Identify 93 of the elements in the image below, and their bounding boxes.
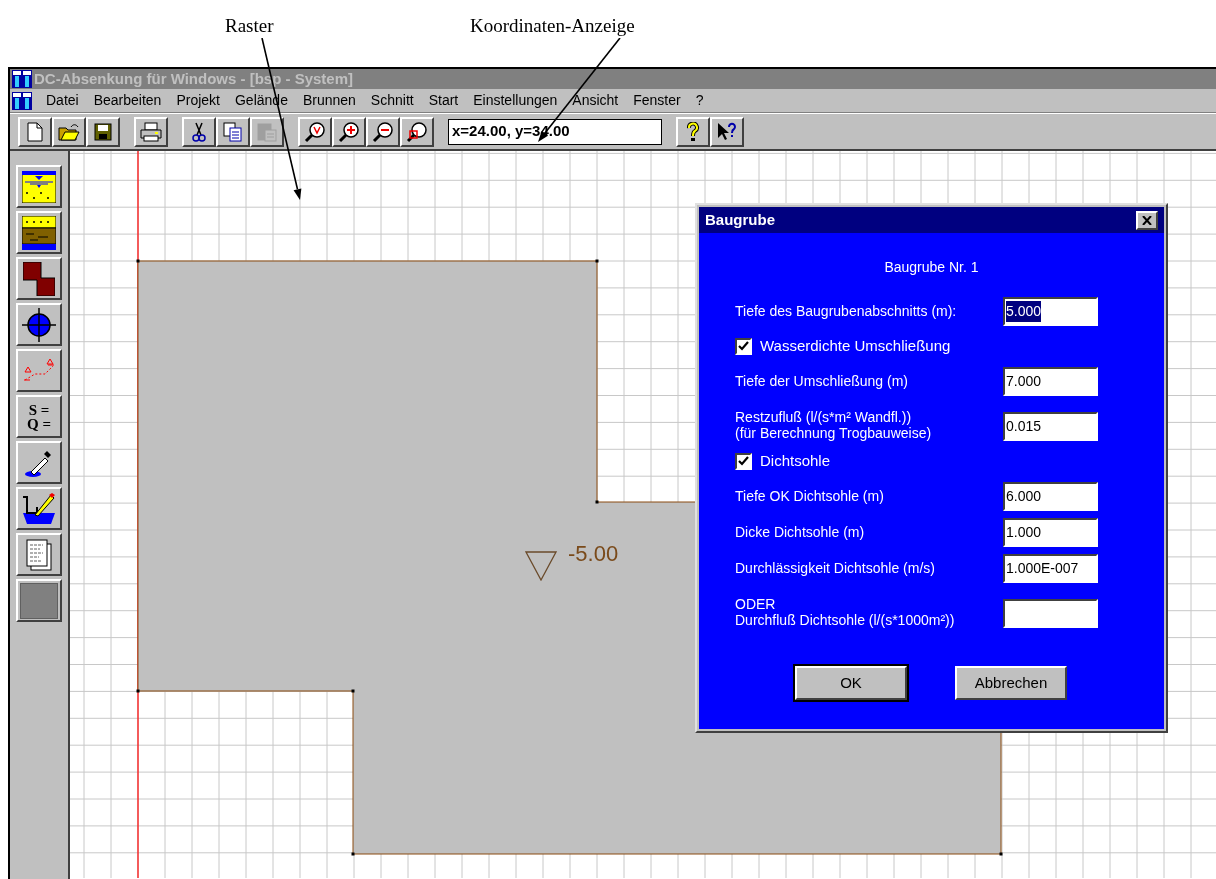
- corner-point[interactable]: [351, 852, 355, 856]
- field-label: Tiefe OK Dichtsohle (m): [735, 488, 884, 504]
- scissors-icon: [192, 121, 206, 142]
- tool-button[interactable]: [16, 257, 62, 300]
- input-field[interactable]: 6.000: [1003, 482, 1098, 511]
- field-label: Restzufluß (l/(s*m² Wandfl.)): [735, 409, 913, 425]
- printer-icon: [140, 121, 162, 142]
- menu-item[interactable]: Schnitt: [369, 90, 415, 111]
- toolbar-button[interactable]: [676, 116, 710, 147]
- empty-swatch: [20, 582, 58, 619]
- checkbox[interactable]: [735, 452, 752, 470]
- tool-button[interactable]: [16, 349, 62, 392]
- menu-item[interactable]: Bearbeiten: [92, 90, 163, 111]
- corner-point[interactable]: [595, 500, 599, 504]
- copy-icon: [223, 121, 243, 142]
- field-label: Dicke Dichtsohle (m): [735, 524, 865, 540]
- field-label: Durchlässigkeit Dichtsohle (m/s): [735, 560, 935, 576]
- input-field[interactable]: 5.000: [1003, 297, 1098, 326]
- dialog-heading: Baugrube Nr. 1: [884, 258, 979, 277]
- toolbar-button[interactable]: [86, 116, 120, 147]
- menu-item[interactable]: Projekt: [175, 90, 221, 111]
- menu-item[interactable]: Einstellungen: [472, 90, 559, 111]
- menu-item[interactable]: Start: [427, 90, 460, 111]
- app-menu-icon: [12, 91, 32, 110]
- corner-point[interactable]: [136, 259, 140, 263]
- stepped-shape-icon: [23, 261, 55, 296]
- tool-button[interactable]: [16, 487, 62, 530]
- field-label: ODER: [735, 596, 777, 612]
- toolbar-button[interactable]: [182, 116, 216, 147]
- tool-button[interactable]: [16, 303, 62, 346]
- tool-button[interactable]: [16, 533, 62, 576]
- tool-button[interactable]: [16, 579, 62, 622]
- magnifier-v-icon: [304, 120, 326, 143]
- water-level-triangle-icon: [525, 551, 557, 581]
- toolbar-button[interactable]: [216, 116, 250, 147]
- menu-item[interactable]: Fenster: [632, 90, 682, 111]
- tool-button[interactable]: [16, 441, 62, 484]
- folder-icon: [58, 122, 80, 141]
- field-label: (für Berechnung Trogbauweise): [735, 425, 932, 441]
- document-pages-icon: [26, 538, 52, 571]
- check-icon: [738, 456, 749, 466]
- app-icon: [12, 70, 32, 88]
- dialog-title: Baugrube: [705, 209, 775, 230]
- clipboard-icon: [257, 121, 277, 142]
- dialog-button[interactable]: Abbrechen: [955, 666, 1067, 700]
- menu-item[interactable]: ?: [694, 90, 705, 111]
- checkbox-label: Dichtsohle: [760, 450, 831, 471]
- checkbox-label: Wasserdichte Umschließung: [760, 335, 951, 356]
- crosshair-circle-icon: [22, 307, 56, 342]
- toolbar-button[interactable]: [400, 116, 434, 147]
- corner-point[interactable]: [351, 689, 355, 693]
- zoom-in-icon: [338, 120, 360, 143]
- annotation-label: Raster: [225, 14, 274, 38]
- menu-item[interactable]: Brunnen: [301, 90, 357, 111]
- close-button[interactable]: [1136, 210, 1158, 230]
- corner-point[interactable]: [595, 259, 599, 263]
- input-field[interactable]: 7.000: [1003, 367, 1098, 396]
- toolbar-button[interactable]: [332, 116, 366, 147]
- formula-label: S = Q =: [27, 402, 51, 431]
- toolbar-button[interactable]: [18, 116, 52, 147]
- input-field[interactable]: 0.015: [1003, 412, 1098, 441]
- corner-point[interactable]: [999, 852, 1003, 856]
- field-label: Durchfluß Dichtsohle (l/(s*1000m²)): [735, 612, 955, 628]
- pointer-help-icon: [716, 121, 738, 142]
- menu-item[interactable]: Ansicht: [571, 90, 620, 111]
- pen-in-basin-icon: [21, 492, 57, 525]
- check-icon: [738, 341, 749, 351]
- toolbar-button[interactable]: [298, 116, 332, 147]
- new-document-icon: [27, 121, 43, 142]
- toolbar-button[interactable]: [710, 116, 744, 147]
- input-field[interactable]: [1003, 599, 1098, 628]
- tool-button[interactable]: S = Q =: [16, 395, 62, 438]
- menu-item[interactable]: Datei: [45, 90, 80, 111]
- zoom-area-icon: [406, 120, 428, 143]
- field-label: Tiefe des Baugrubenabschnitts (m):: [735, 303, 957, 319]
- toolbar-button[interactable]: [52, 116, 86, 147]
- dialog-button[interactable]: OK: [795, 666, 907, 700]
- soil-layers-icon: [22, 215, 56, 250]
- input-field[interactable]: 1.000E-007: [1003, 554, 1098, 583]
- corner-point[interactable]: [136, 689, 140, 693]
- field-label: Tiefe der Umschließung (m): [735, 373, 908, 389]
- tool-button[interactable]: [16, 165, 62, 208]
- checkbox[interactable]: [735, 337, 752, 355]
- input-field[interactable]: 1.000: [1003, 518, 1098, 547]
- annotation-label: Koordinaten-Anzeige: [470, 14, 635, 38]
- water-layer-icon: [22, 170, 56, 203]
- tool-button[interactable]: [16, 211, 62, 254]
- level-label: -5.00: [568, 540, 619, 568]
- toolbar-button[interactable]: [134, 116, 168, 147]
- zoom-out-icon: [372, 120, 394, 143]
- question-mark-icon: [686, 121, 700, 142]
- close-icon: [1142, 215, 1152, 225]
- toolbar-button[interactable]: [366, 116, 400, 147]
